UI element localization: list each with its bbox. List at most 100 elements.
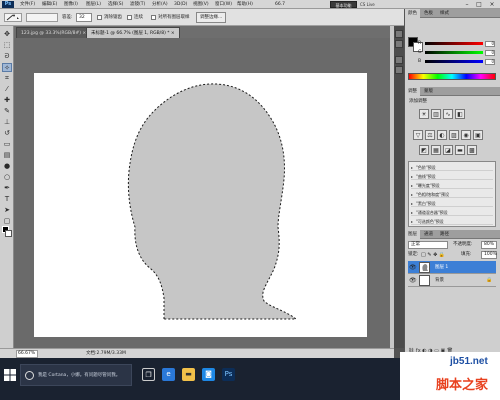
- tab-paths[interactable]: 路径: [437, 230, 452, 239]
- tab-color[interactable]: 颜色: [405, 9, 420, 18]
- windows-start-icon[interactable]: [4, 369, 16, 381]
- minimize-icon[interactable]: –: [462, 1, 472, 8]
- photo-filter-icon[interactable]: ◉: [461, 130, 471, 140]
- hue-saturation-icon[interactable]: ⚖: [425, 130, 435, 140]
- cortana-search-box[interactable]: 我是 Cortana，小娜。有问题尽管问我。: [20, 364, 132, 386]
- actions-panel-icon[interactable]: [395, 40, 403, 48]
- vibrance-icon[interactable]: ▽: [413, 130, 423, 140]
- gradient-tool-icon[interactable]: ▤: [2, 151, 12, 160]
- green-slider[interactable]: G 0: [418, 50, 495, 56]
- red-value[interactable]: 0: [485, 41, 495, 47]
- layer-name[interactable]: 背景: [435, 277, 444, 284]
- selection-mode-buttons[interactable]: [26, 13, 58, 22]
- path-select-tool-icon[interactable]: ➤: [2, 206, 12, 215]
- menu-filter[interactable]: 滤镜(T): [130, 1, 145, 8]
- tab-styles[interactable]: 样式: [437, 9, 452, 18]
- zoom-readout[interactable]: 66.7: [275, 1, 285, 8]
- antialias-checkbox[interactable]: [97, 15, 102, 20]
- refine-edge-button[interactable]: 调整边缘...: [196, 12, 227, 23]
- menu-edit[interactable]: 编辑(E): [42, 1, 57, 8]
- threshold-icon[interactable]: ◪: [443, 145, 453, 155]
- marquee-tool-icon[interactable]: ⬚: [2, 41, 12, 50]
- red-slider[interactable]: R 0: [418, 41, 495, 47]
- task-view-icon[interactable]: ❐: [142, 368, 155, 381]
- document-info[interactable]: 文档:2.79M/3.33M: [86, 350, 126, 358]
- black-white-icon[interactable]: ▨: [449, 130, 459, 140]
- menu-view[interactable]: 视图(V): [193, 1, 209, 8]
- pen-tool-icon[interactable]: ✒: [2, 184, 12, 193]
- background-color-swatch[interactable]: [5, 230, 12, 237]
- layer-row-background[interactable]: 👁 背景 🔒: [408, 274, 496, 287]
- brush-tool-icon[interactable]: ✎: [2, 107, 12, 116]
- zoom-level-field[interactable]: 66.67%: [16, 350, 38, 358]
- tab-document-1[interactable]: 123.jpg @ 33.3%(RGB/8#) ×: [16, 27, 92, 38]
- lasso-tool-icon[interactable]: ᘐ: [2, 52, 12, 61]
- tab-document-2[interactable]: 未标题-1 @ 66.7% (图层 1, RGB/8) * ×: [86, 27, 180, 38]
- crop-tool-icon[interactable]: ⌗: [2, 74, 12, 83]
- contiguous-checkbox[interactable]: [127, 15, 132, 20]
- photoshop-taskbar-icon[interactable]: Ps: [222, 368, 235, 381]
- eraser-tool-icon[interactable]: ▭: [2, 140, 12, 149]
- preset-item[interactable]: ▸ "曝光度"预设: [411, 182, 493, 189]
- maximize-icon[interactable]: □: [474, 1, 484, 8]
- opacity-input[interactable]: 80%: [481, 241, 497, 249]
- tolerance-input[interactable]: 32: [76, 13, 92, 22]
- preset-item[interactable]: ▸ "通道混合器"预设: [411, 209, 493, 216]
- move-tool-icon[interactable]: ✥: [2, 30, 12, 39]
- menu-image[interactable]: 图像(I): [64, 1, 78, 8]
- tab-adjustments[interactable]: 调整: [405, 87, 420, 96]
- character-panel-icon[interactable]: [395, 56, 403, 64]
- stamp-tool-icon[interactable]: ⊥: [2, 118, 12, 127]
- sample-all-checkbox[interactable]: [151, 15, 156, 20]
- tab-channels[interactable]: 通道: [421, 230, 436, 239]
- close-icon[interactable]: ×: [487, 1, 497, 8]
- blur-tool-icon[interactable]: ●: [2, 162, 12, 171]
- menu-analysis[interactable]: 分析(A): [152, 1, 168, 8]
- store-icon[interactable]: ◙: [202, 368, 215, 381]
- blue-slider[interactable]: B 0: [418, 59, 495, 65]
- layer-name[interactable]: 图层 1: [435, 264, 448, 271]
- dodge-tool-icon[interactable]: ○: [2, 173, 12, 182]
- menu-file[interactable]: 文件(F): [20, 1, 35, 8]
- exposure-icon[interactable]: ◧: [455, 109, 465, 119]
- blue-value[interactable]: 0: [485, 59, 495, 65]
- edge-browser-icon[interactable]: e: [162, 368, 175, 381]
- levels-icon[interactable]: ▥: [431, 109, 441, 119]
- posterize-icon[interactable]: ▦: [431, 145, 441, 155]
- preset-item[interactable]: ▸ "黑白"预设: [411, 200, 493, 207]
- type-tool-icon[interactable]: T: [2, 195, 12, 204]
- menu-window[interactable]: 窗口(W): [215, 1, 232, 8]
- cs-live-label[interactable]: CS Live: [360, 1, 375, 8]
- tab-swatches[interactable]: 色板: [421, 9, 436, 18]
- channel-mixer-icon[interactable]: ▣: [473, 130, 483, 140]
- menu-layer[interactable]: 图层(L): [86, 1, 101, 8]
- preset-item[interactable]: ▸ "色相/饱和度"预设: [411, 191, 493, 198]
- history-brush-icon[interactable]: ↺: [2, 129, 12, 138]
- selective-color-icon[interactable]: ▩: [467, 145, 477, 155]
- file-explorer-icon[interactable]: ▬: [182, 368, 195, 381]
- color-spectrum-bar[interactable]: [408, 73, 496, 80]
- fill-input[interactable]: 100%: [481, 251, 497, 259]
- invert-icon[interactable]: ◩: [419, 145, 429, 155]
- brightness-icon[interactable]: ☀: [419, 109, 429, 119]
- visibility-eye-icon[interactable]: 👁: [409, 264, 417, 271]
- eyedropper-tool-icon[interactable]: ⁄: [2, 85, 12, 94]
- color-balance-icon[interactable]: ◐: [437, 130, 447, 140]
- menu-select[interactable]: 选择(S): [108, 1, 123, 8]
- magic-wand-tool-icon[interactable]: ✧: [2, 63, 12, 72]
- green-value[interactable]: 0: [485, 50, 495, 56]
- blend-mode-select[interactable]: 正常: [408, 241, 448, 249]
- curves-icon[interactable]: ∿: [443, 109, 453, 119]
- layer-row-1[interactable]: 👁 图层 1: [408, 261, 496, 274]
- tab-masks[interactable]: 蒙版: [421, 87, 436, 96]
- shape-tool-icon[interactable]: ▢: [2, 217, 12, 226]
- healing-tool-icon[interactable]: ✚: [2, 96, 12, 105]
- lock-icons[interactable]: □ ✎ ✥ 🔒: [421, 251, 445, 259]
- preset-item[interactable]: ▸ "色阶"预设: [411, 164, 493, 171]
- tool-preset-picker[interactable]: [4, 13, 22, 22]
- workspace-essentials-button[interactable]: 基本功能: [330, 1, 357, 8]
- menu-help[interactable]: 帮助(H): [237, 1, 253, 8]
- preset-item[interactable]: ▸ "可选颜色"预设: [411, 218, 493, 225]
- gradient-map-icon[interactable]: ▬: [455, 145, 465, 155]
- preset-item[interactable]: ▸ "曲线"预设: [411, 173, 493, 180]
